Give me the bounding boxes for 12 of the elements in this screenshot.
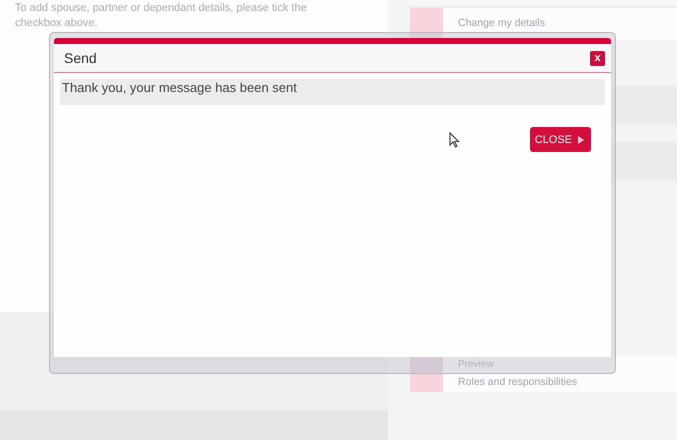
sidebar-item[interactable]: Change my details [410,8,677,40]
sidebar-swatch-icon [410,8,443,40]
close-button[interactable]: CLOSE [530,127,591,152]
confirmation-message: Thank you, your message has been sent [60,79,605,105]
play-arrow-icon [578,136,584,144]
sidebar-item[interactable]: Roles and responsibilities [410,372,677,392]
intro-text: To add spouse, partner or dependant details, please tick the checkbox above. [15,1,308,31]
sidebar-swatch-icon [410,372,443,392]
close-icon-button[interactable]: x [590,50,605,66]
sidebar-swatch-icon [410,356,443,372]
mouse-pointer-icon [449,132,460,148]
dialog-title: Send [64,50,97,66]
